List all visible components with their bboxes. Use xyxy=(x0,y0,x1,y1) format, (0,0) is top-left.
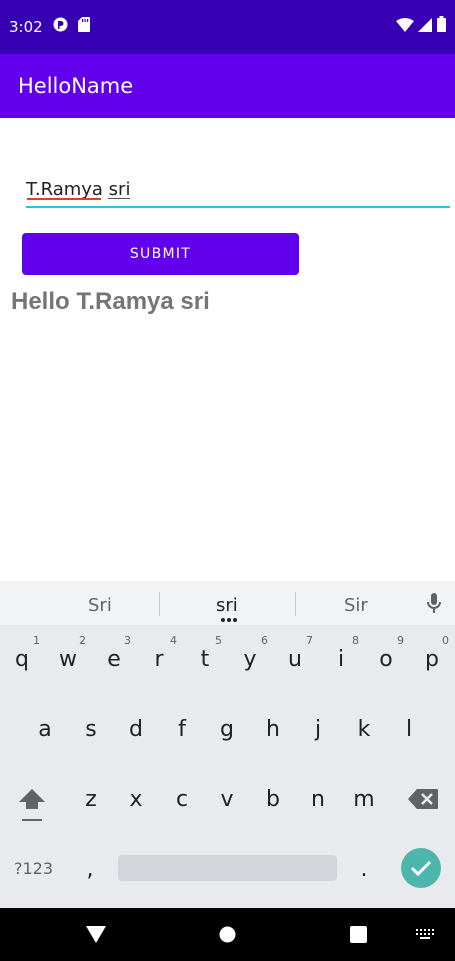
key-p[interactable]: p xyxy=(412,647,452,672)
battery-icon xyxy=(437,16,446,37)
notification-icon xyxy=(53,17,68,37)
more-suggestions-icon[interactable] xyxy=(220,617,238,623)
key-l[interactable]: l xyxy=(389,717,429,742)
space-bar[interactable] xyxy=(118,855,337,881)
key-f[interactable]: f xyxy=(162,717,202,742)
keyboard-switch-icon[interactable] xyxy=(416,928,434,946)
app-bar: HelloName xyxy=(0,54,455,118)
comma-key[interactable]: , xyxy=(70,857,110,882)
signal-icon xyxy=(418,18,432,37)
name-input[interactable] xyxy=(26,172,450,208)
key-z[interactable]: z xyxy=(71,787,111,812)
key-hint: 2 xyxy=(79,634,86,647)
key-y[interactable]: y xyxy=(230,647,270,672)
key-hint: 3 xyxy=(124,634,131,647)
key-hint: 7 xyxy=(306,634,313,647)
key-q[interactable]: q xyxy=(2,647,42,672)
suggestion-divider xyxy=(295,592,296,616)
key-w[interactable]: w xyxy=(48,647,88,672)
key-hint: 4 xyxy=(170,634,177,647)
sd-card-icon xyxy=(78,17,90,37)
suggestion-divider xyxy=(159,592,160,616)
key-t[interactable]: t xyxy=(185,647,225,672)
home-icon[interactable] xyxy=(219,926,236,948)
key-hint: 1 xyxy=(33,634,40,647)
key-k[interactable]: k xyxy=(344,717,384,742)
key-hint: 0 xyxy=(442,634,449,647)
greeting-text: Hello T.Ramya sri xyxy=(11,288,210,315)
suggestion-left[interactable]: Sri xyxy=(88,595,112,616)
backspace-icon[interactable] xyxy=(408,789,438,814)
key-n[interactable]: n xyxy=(298,787,338,812)
key-c[interactable]: c xyxy=(162,787,202,812)
key-v[interactable]: v xyxy=(207,787,247,812)
key-i[interactable]: i xyxy=(321,647,361,672)
key-u[interactable]: u xyxy=(275,647,315,672)
enter-key[interactable] xyxy=(401,848,441,888)
submit-button[interactable]: SUBMIT xyxy=(22,233,299,275)
symbols-key[interactable]: ?123 xyxy=(14,859,53,878)
suggestion-strip: Sri sri Sir xyxy=(0,581,455,625)
key-r[interactable]: r xyxy=(139,647,179,672)
back-icon[interactable] xyxy=(86,926,106,948)
key-o[interactable]: o xyxy=(366,647,406,672)
key-hint: 5 xyxy=(215,634,222,647)
suggestion-right[interactable]: Sir xyxy=(344,595,368,616)
key-s[interactable]: s xyxy=(71,717,111,742)
key-hint: 9 xyxy=(397,634,404,647)
app-title: HelloName xyxy=(18,74,134,98)
key-m[interactable]: m xyxy=(344,787,384,812)
period-key[interactable]: . xyxy=(344,857,384,882)
status-bar: 3:02 xyxy=(0,0,455,54)
keyboard: Sri sri Sir q w e r t y u i o p 1 2 3 4 … xyxy=(0,581,455,908)
composing-underline xyxy=(108,198,130,199)
spellcheck-underline xyxy=(27,198,101,200)
recents-icon[interactable] xyxy=(350,926,367,948)
key-g[interactable]: g xyxy=(207,717,247,742)
wifi-icon xyxy=(396,18,414,37)
status-time: 3:02 xyxy=(9,18,43,36)
microphone-icon[interactable] xyxy=(426,593,442,620)
suggestion-center[interactable]: sri xyxy=(216,595,238,616)
key-d[interactable]: d xyxy=(116,717,156,742)
key-e[interactable]: e xyxy=(94,647,134,672)
key-b[interactable]: b xyxy=(253,787,293,812)
check-icon xyxy=(410,860,432,877)
key-h[interactable]: h xyxy=(253,717,293,742)
key-j[interactable]: j xyxy=(298,717,338,742)
navigation-bar xyxy=(0,908,455,961)
key-x[interactable]: x xyxy=(116,787,156,812)
key-a[interactable]: a xyxy=(25,717,65,742)
shift-icon[interactable] xyxy=(18,787,46,828)
key-hint: 6 xyxy=(261,634,268,647)
key-hint: 8 xyxy=(352,634,359,647)
